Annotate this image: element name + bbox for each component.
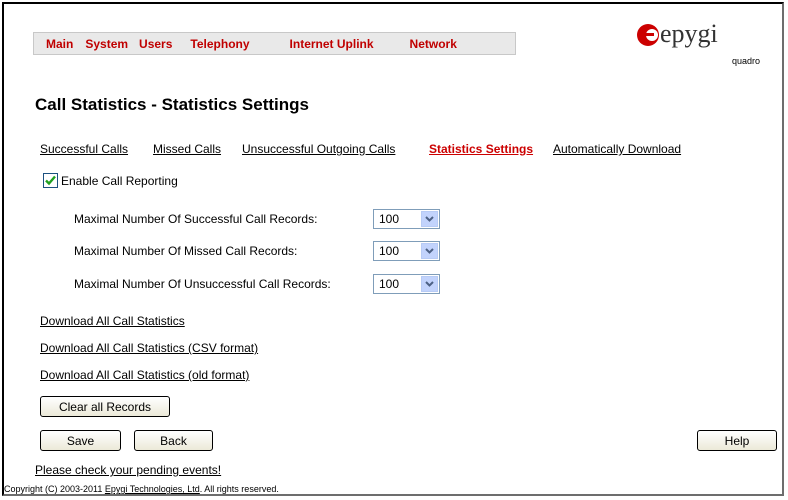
enable-call-reporting-checkbox[interactable] (43, 173, 58, 188)
copyright-notice: Copyright (C) 2003-2011 Epygi Technologi… (4, 484, 279, 494)
download-all-link[interactable]: Download All Call Statistics (40, 314, 185, 328)
menu-item-users[interactable]: Users (139, 37, 172, 51)
menu-item-system[interactable]: System (85, 37, 128, 51)
chevron-down-icon[interactable] (421, 276, 438, 292)
page-title: Call Statistics - Statistics Settings (35, 95, 309, 114)
logo-wordmark: epygi (660, 19, 718, 48)
select-value: 100 (379, 244, 400, 258)
tab-automatically-download[interactable]: Automatically Download (553, 142, 681, 156)
copyright-suffix: . All rights reserved. (199, 484, 279, 494)
menu-item-network[interactable]: Network (410, 37, 457, 51)
missed-records-label: Maximal Number Of Missed Call Records: (74, 244, 298, 258)
menu-item-internet-uplink[interactable]: Internet Uplink (290, 37, 374, 51)
logo-product: quadro (732, 56, 761, 66)
enable-reporting-row: Enable Call Reporting (43, 173, 178, 188)
copyright-prefix: Copyright (C) 2003-2011 (4, 484, 105, 494)
main-menu: Main System Users Telephony Internet Upl… (33, 32, 516, 55)
select-value: 100 (379, 212, 400, 226)
back-button[interactable]: Back (134, 430, 213, 451)
missed-records-select[interactable]: 100 (373, 241, 440, 261)
menu-item-telephony[interactable]: Telephony (190, 37, 249, 51)
company-link[interactable]: Epygi Technologies, Ltd (105, 484, 200, 494)
help-button[interactable]: Help (697, 430, 777, 451)
chevron-down-icon[interactable] (421, 211, 438, 227)
tab-unsuccessful-outgoing-calls[interactable]: Unsuccessful Outgoing Calls (242, 142, 395, 156)
download-old-format-link[interactable]: Download All Call Statistics (old format… (40, 368, 249, 382)
enable-call-reporting-label: Enable Call Reporting (61, 173, 178, 188)
unsuccessful-records-label: Maximal Number Of Unsuccessful Call Reco… (74, 277, 331, 291)
successful-records-select[interactable]: 100 (373, 209, 440, 229)
save-button[interactable]: Save (40, 430, 121, 451)
pending-events-link[interactable]: Please check your pending events! (35, 463, 221, 477)
clear-all-records-button[interactable]: Clear all Records (40, 396, 170, 417)
checkmark-icon (45, 175, 56, 186)
unsuccessful-records-select[interactable]: 100 (373, 274, 440, 294)
select-value: 100 (379, 277, 400, 291)
successful-records-label: Maximal Number Of Successful Call Record… (74, 212, 318, 226)
tab-missed-calls[interactable]: Missed Calls (153, 142, 221, 156)
download-csv-link[interactable]: Download All Call Statistics (CSV format… (40, 341, 258, 355)
menu-item-main[interactable]: Main (46, 37, 73, 51)
tab-statistics-settings[interactable]: Statistics Settings (429, 142, 533, 156)
chevron-down-icon[interactable] (421, 243, 438, 259)
tab-successful-calls[interactable]: Successful Calls (40, 142, 128, 156)
